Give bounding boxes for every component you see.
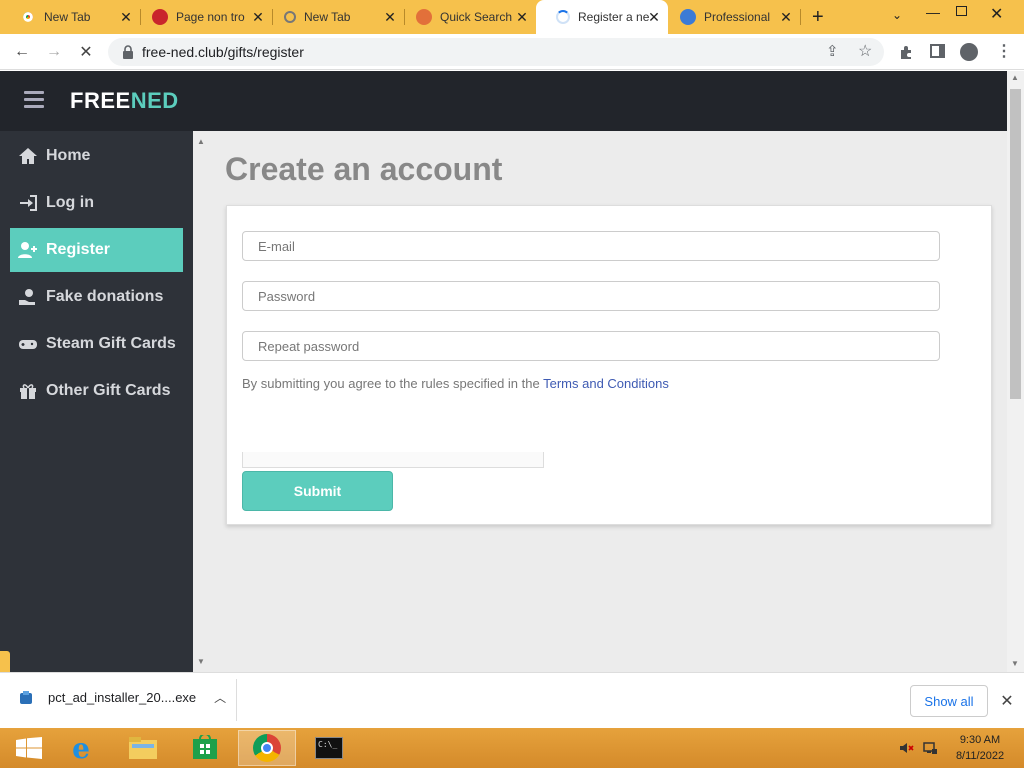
edge-icon [680, 9, 696, 25]
sidebar-item-fake-donations[interactable]: Fake donations [10, 275, 183, 319]
tab-search-icon[interactable]: ⌄ [892, 8, 902, 22]
profile-avatar-icon[interactable] [960, 43, 978, 61]
close-window-icon[interactable]: ✕ [990, 4, 1003, 24]
site-logo[interactable]: FREENED [70, 88, 179, 114]
close-tab-icon[interactable]: ✕ [514, 9, 530, 25]
terms-link[interactable]: Terms and Conditions [543, 376, 669, 391]
new-tab-icon[interactable]: + [812, 6, 824, 29]
tab-strip: New Tab ✕ Page non tro ✕ New Tab ✕ Quick… [0, 0, 1024, 34]
chrome-icon [20, 9, 36, 25]
stop-icon[interactable]: ✕ [74, 40, 98, 64]
taskbar-store[interactable] [176, 730, 234, 766]
sidebar-item-register[interactable]: Register [10, 228, 183, 272]
submit-button[interactable]: Submit [242, 471, 393, 511]
user-plus-icon [18, 242, 37, 258]
sign-in-icon [20, 195, 37, 211]
show-all-button[interactable]: Show all [910, 685, 988, 717]
terms-agreement-text: By submitting you agree to the rules spe… [242, 376, 669, 391]
page-scrollbar[interactable]: ▲ ▼ [1007, 71, 1024, 672]
opera-icon [152, 9, 168, 25]
scrollbar-thumb[interactable] [1010, 89, 1021, 399]
taskbar-chrome[interactable] [238, 730, 296, 766]
back-icon[interactable]: ← [10, 40, 34, 64]
sidebar-item-login[interactable]: Log in [10, 181, 183, 225]
minimize-icon[interactable]: — [926, 4, 940, 20]
volume-muted-icon[interactable] [898, 740, 914, 756]
tab-3[interactable]: New Tab ✕ [264, 0, 404, 34]
main-content: ▲ ▼ Create an account By submitting you … [193, 131, 1007, 672]
close-tab-icon[interactable]: ✕ [778, 9, 794, 25]
gamepad-icon [19, 340, 37, 349]
scroll-up-arrow-icon[interactable]: ▲ [197, 137, 205, 146]
page-title: Create an account [225, 151, 503, 187]
chevron-up-icon[interactable]: ︿ [214, 689, 226, 706]
scrollbar-up-icon[interactable]: ▲ [1011, 73, 1019, 82]
windows-start-icon [16, 737, 42, 759]
tab-1[interactable]: New Tab ✕ [0, 0, 140, 34]
side-panel-icon[interactable] [930, 44, 945, 58]
sidebar: Home Log in Register Fake donations Stea… [0, 131, 193, 672]
ie-icon: e [72, 731, 90, 765]
loading-icon [556, 10, 570, 24]
tab-6[interactable]: Professional ✕ [660, 0, 800, 34]
scrollbar-down-icon[interactable]: ▼ [1011, 659, 1019, 668]
taskbar-cmd[interactable]: C:\_ [300, 730, 358, 766]
tab-4[interactable]: Quick Search ✕ [396, 0, 536, 34]
scroll-down-arrow-icon[interactable]: ▼ [197, 657, 205, 666]
tab-2[interactable]: Page non tro ✕ [132, 0, 272, 34]
taskbar-file-explorer[interactable] [114, 730, 172, 766]
captcha-widget[interactable] [242, 452, 544, 468]
network-icon[interactable] [922, 740, 938, 756]
menu-kebab-icon[interactable]: ⋮ [996, 41, 1012, 61]
feedback-tab[interactable] [0, 651, 10, 672]
hamburger-menu-icon[interactable] [24, 91, 44, 109]
chrome-icon [253, 734, 281, 762]
folder-icon [129, 737, 157, 759]
lock-icon [123, 45, 133, 59]
cmd-icon: C:\_ [315, 737, 343, 759]
register-form-card: By submitting you agree to the rules spe… [226, 205, 992, 525]
donate-icon [19, 289, 35, 305]
quicksearch-icon [416, 9, 432, 25]
download-bar: pct_ad_installer_20....exe ︿ Show all ✕ [0, 672, 1024, 728]
store-icon [193, 735, 217, 759]
search-icon [284, 11, 296, 23]
sidebar-item-other-gift-cards[interactable]: Other Gift Cards [10, 369, 183, 413]
taskbar-ie[interactable]: e [52, 730, 110, 766]
sidebar-item-steam-gift-cards[interactable]: Steam Gift Cards [10, 322, 183, 366]
url-text: free-ned.club/gifts/register [142, 44, 304, 60]
divider [236, 679, 237, 721]
installer-file-icon [20, 690, 32, 704]
system-clock[interactable]: 9:30 AM 8/11/2022 [948, 732, 1012, 764]
password-field[interactable] [242, 281, 940, 311]
sidebar-item-home[interactable]: Home [10, 134, 183, 178]
extensions-icon[interactable] [898, 44, 914, 60]
windows-taskbar: e C:\_ 9:30 AM 8/11/2022 [0, 728, 1024, 768]
repeat-password-field[interactable] [242, 331, 940, 361]
start-button[interactable] [0, 730, 58, 766]
email-field[interactable] [242, 231, 940, 261]
home-icon [19, 148, 37, 164]
download-filename: pct_ad_installer_20....exe [48, 690, 197, 705]
site-header: FREENED [0, 71, 1007, 131]
close-icon[interactable]: ✕ [997, 691, 1017, 711]
gift-icon [20, 384, 36, 399]
restore-icon[interactable] [956, 6, 967, 16]
download-item[interactable]: pct_ad_installer_20....exe ︿ [18, 689, 226, 706]
address-bar[interactable]: free-ned.club/gifts/register ⇪ ☆ [108, 38, 884, 66]
share-icon[interactable]: ⇪ [826, 42, 839, 60]
bookmark-star-icon[interactable]: ☆ [858, 41, 872, 61]
tab-5-active[interactable]: Register a ne ✕ [536, 0, 668, 34]
forward-icon[interactable]: → [42, 40, 66, 64]
browser-toolbar: ← → ✕ free-ned.club/gifts/register ⇪ ☆ ⋮ [0, 34, 1024, 70]
